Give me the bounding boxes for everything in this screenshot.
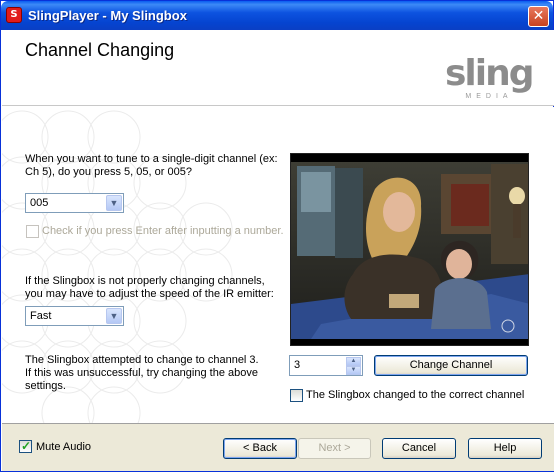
title-bar[interactable]: S SlingPlayer - My Slingbox ✕ — [1, 1, 553, 30]
single-digit-format-value: 005 — [30, 197, 49, 209]
next-button[interactable]: Next > — [298, 438, 371, 459]
spin-up-icon[interactable]: ▲ — [346, 357, 361, 366]
mute-audio-checkbox[interactable]: ✓ — [19, 439, 32, 453]
channel-number-value: 3 — [294, 359, 301, 371]
enter-after-number-checkbox[interactable] — [26, 225, 39, 238]
video-frame-image — [291, 154, 528, 345]
channel-number-input[interactable]: 3 ▲ ▼ — [289, 355, 363, 376]
wizard-footer: ✓ Mute Audio < Back Next > Cancel Help — [2, 423, 554, 471]
slingplayer-app-icon[interactable]: S — [6, 7, 22, 23]
help-button[interactable]: Help — [468, 438, 542, 459]
status-line1: The Slingbox attempted to change to chan… — [25, 354, 259, 366]
change-channel-button[interactable]: Change Channel — [374, 355, 528, 376]
close-button[interactable]: ✕ — [528, 6, 549, 27]
cancel-button[interactable]: Cancel — [382, 438, 456, 459]
correct-channel-checkbox[interactable] — [290, 389, 303, 402]
slingplayer-window: S SlingPlayer - My Slingbox ✕ Channel Ch… — [0, 0, 554, 472]
wizard-header: Channel Changing sling MEDIA — [2, 30, 554, 106]
spin-down-icon[interactable]: ▼ — [346, 366, 361, 375]
checkmark-icon: ✓ — [21, 439, 32, 453]
ir-speed-value: Fast — [30, 310, 52, 322]
window-title: SlingPlayer - My Slingbox — [28, 8, 187, 23]
page-title: Channel Changing — [25, 40, 175, 60]
mute-audio-label: Mute Audio — [36, 441, 92, 453]
chevron-down-icon[interactable]: ▼ — [106, 195, 122, 211]
single-digit-question-line1: When you want to tune to a single-digit … — [25, 153, 278, 165]
back-button[interactable]: < Back — [223, 438, 297, 459]
single-digit-question-line2: Ch 5), do you press 5, 05, or 005? — [25, 166, 192, 178]
enter-after-number-label: Check if you press Enter after inputting… — [42, 225, 284, 237]
logo-wordmark: sling — [445, 53, 535, 94]
status-line2: If this was unsuccessful, try changing t… — [25, 367, 258, 379]
ir-speed-select[interactable]: Fast ▼ — [25, 306, 124, 326]
logo-subtitle: MEDIA — [465, 93, 513, 100]
ir-speed-hint-line1: If the Slingbox is not properly changing… — [25, 275, 265, 287]
single-digit-format-select[interactable]: 005 ▼ — [25, 193, 124, 213]
correct-channel-label: The Slingbox changed to the correct chan… — [306, 389, 525, 401]
chevron-down-icon[interactable]: ▼ — [106, 308, 122, 324]
wizard-body: When you want to tune to a single-digit … — [2, 107, 554, 423]
sling-media-logo: sling MEDIA — [445, 55, 535, 101]
video-preview — [290, 153, 529, 346]
status-line3: settings. — [25, 380, 66, 392]
ir-speed-hint-line2: you may have to adjust the speed of the … — [25, 288, 274, 300]
